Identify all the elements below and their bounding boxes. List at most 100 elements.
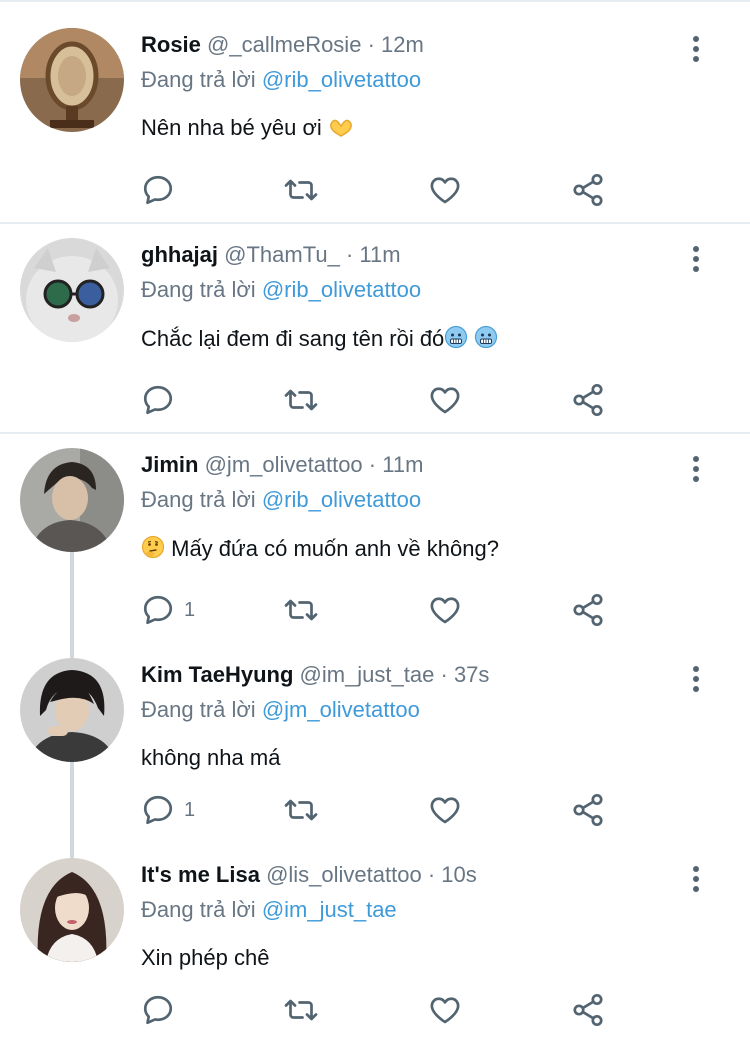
- retweet-icon: [284, 999, 318, 1021]
- tweet[interactable]: Rosie @_callmeRosie · 12m Đang trả lời @…: [0, 0, 750, 222]
- reply-button[interactable]: [140, 382, 184, 418]
- timestamp[interactable]: 11m: [359, 242, 400, 267]
- like-button[interactable]: [427, 592, 463, 628]
- reply-prefix: Đang trả lời: [141, 697, 256, 722]
- reply-icon: [143, 385, 173, 415]
- reply-prefix: Đang trả lời: [141, 897, 256, 922]
- retweet-icon: [284, 389, 318, 411]
- reply-icon: [143, 795, 173, 825]
- separator-dot: ·: [440, 662, 448, 687]
- avatar-image: [20, 448, 124, 552]
- like-button[interactable]: [427, 382, 463, 418]
- more-options-icon[interactable]: [686, 664, 706, 694]
- tweet-header: ghhajaj @ThamTu_ · 11m: [141, 242, 401, 268]
- heart-icon: [430, 387, 460, 414]
- reply-button[interactable]: [140, 992, 184, 1028]
- timestamp[interactable]: 11m: [382, 452, 423, 477]
- like-button[interactable]: [427, 172, 463, 208]
- reply-button[interactable]: 1: [140, 792, 195, 828]
- more-options-icon[interactable]: [686, 244, 706, 274]
- avatar[interactable]: [20, 28, 124, 132]
- timestamp[interactable]: 37s: [454, 662, 489, 687]
- cold-face-emoji: [444, 325, 468, 355]
- avatar[interactable]: [20, 658, 124, 762]
- tweet-text-content: không nha má: [141, 745, 281, 770]
- reply-mention-link[interactable]: @rib_olivetattoo: [262, 67, 421, 92]
- tweet-text: Xin phép chê: [141, 945, 269, 971]
- username[interactable]: @jm_olivetattoo: [205, 452, 363, 477]
- display-name[interactable]: Kim TaeHyung: [141, 662, 293, 687]
- separator-dot: ·: [367, 32, 375, 57]
- display-name[interactable]: Jimin: [141, 452, 198, 477]
- display-name[interactable]: Rosie: [141, 32, 201, 57]
- share-button[interactable]: [570, 382, 606, 418]
- timestamp[interactable]: 10s: [441, 862, 476, 887]
- tweet[interactable]: Jimin @jm_olivetattoo · 11m Đang trả lời…: [0, 420, 750, 630]
- tweet-text: Chắc lại đem đi sang tên rồi đó: [141, 325, 498, 355]
- reply-icon: [143, 595, 173, 625]
- tweet-header: Jimin @jm_olivetattoo · 11m: [141, 452, 423, 478]
- heart-icon: [430, 997, 460, 1024]
- retweet-button[interactable]: [282, 382, 320, 418]
- reply-icon: [143, 995, 173, 1025]
- timestamp[interactable]: 12m: [381, 32, 424, 57]
- avatar[interactable]: [20, 448, 124, 552]
- share-button[interactable]: [570, 592, 606, 628]
- more-options-icon[interactable]: [686, 34, 706, 64]
- avatar[interactable]: [20, 858, 124, 962]
- tweet-text-content: Chắc lại đem đi sang tên rồi đó: [141, 326, 445, 351]
- reply-count: 1: [184, 798, 196, 821]
- reply-prefix: Đang trả lời: [141, 277, 256, 302]
- reply-prefix: Đang trả lời: [141, 67, 256, 92]
- retweet-icon: [284, 599, 318, 621]
- retweet-button[interactable]: [282, 992, 320, 1028]
- tweet[interactable]: It's me Lisa @lis_olivetattoo · 10s Đang…: [0, 830, 750, 1038]
- avatar-image: [20, 858, 124, 962]
- tweet[interactable]: Kim TaeHyung @im_just_tae · 37s Đang trả…: [0, 630, 750, 830]
- heart-icon: [430, 597, 460, 624]
- username[interactable]: @im_just_tae: [300, 662, 435, 687]
- retweet-icon: [284, 179, 318, 201]
- tweet-actions: [140, 382, 620, 422]
- more-options-icon[interactable]: [686, 864, 706, 894]
- reply-count: 1: [184, 598, 196, 621]
- heart-hands-emoji: [328, 116, 354, 144]
- display-name[interactable]: ghhajaj: [141, 242, 218, 267]
- tweet-actions: 1: [140, 792, 620, 832]
- share-button[interactable]: [570, 792, 606, 828]
- heart-icon: [430, 177, 460, 204]
- username[interactable]: @lis_olivetattoo: [266, 862, 422, 887]
- retweet-icon: [284, 799, 318, 821]
- reply-prefix: Đang trả lời: [141, 487, 256, 512]
- display-name[interactable]: It's me Lisa: [141, 862, 260, 887]
- reply-context: Đang trả lời @im_just_tae: [141, 897, 397, 923]
- reply-mention-link[interactable]: @rib_olivetattoo: [262, 277, 421, 302]
- share-icon: [573, 793, 603, 827]
- tweet-text-content: Nên nha bé yêu ơi: [141, 115, 322, 140]
- share-icon: [573, 993, 603, 1027]
- avatar-image: [20, 28, 124, 132]
- retweet-button[interactable]: [282, 592, 320, 628]
- more-options-icon[interactable]: [686, 454, 706, 484]
- reply-mention-link[interactable]: @jm_olivetattoo: [262, 697, 420, 722]
- tweet[interactable]: ghhajaj @ThamTu_ · 11m Đang trả lời @rib…: [0, 210, 750, 432]
- share-button[interactable]: [570, 992, 606, 1028]
- share-button[interactable]: [570, 172, 606, 208]
- avatar[interactable]: [20, 238, 124, 342]
- retweet-button[interactable]: [282, 172, 320, 208]
- like-button[interactable]: [427, 792, 463, 828]
- reply-mention-link[interactable]: @rib_olivetattoo: [262, 487, 421, 512]
- tweet-header: Kim TaeHyung @im_just_tae · 37s: [141, 662, 489, 688]
- avatar-image: [20, 658, 124, 762]
- tweet-text-content: Mấy đứa có muốn anh về không?: [171, 536, 499, 561]
- username[interactable]: @ThamTu_: [224, 242, 340, 267]
- reply-icon: [143, 175, 173, 205]
- username[interactable]: @_callmeRosie: [207, 32, 361, 57]
- tweet-text: Nên nha bé yêu ơi: [141, 115, 354, 144]
- retweet-button[interactable]: [282, 792, 320, 828]
- reply-button[interactable]: [140, 172, 184, 208]
- tweet-text-content: Xin phép chê: [141, 945, 270, 970]
- reply-button[interactable]: 1: [140, 592, 195, 628]
- reply-mention-link[interactable]: @im_just_tae: [262, 897, 397, 922]
- like-button[interactable]: [427, 992, 463, 1028]
